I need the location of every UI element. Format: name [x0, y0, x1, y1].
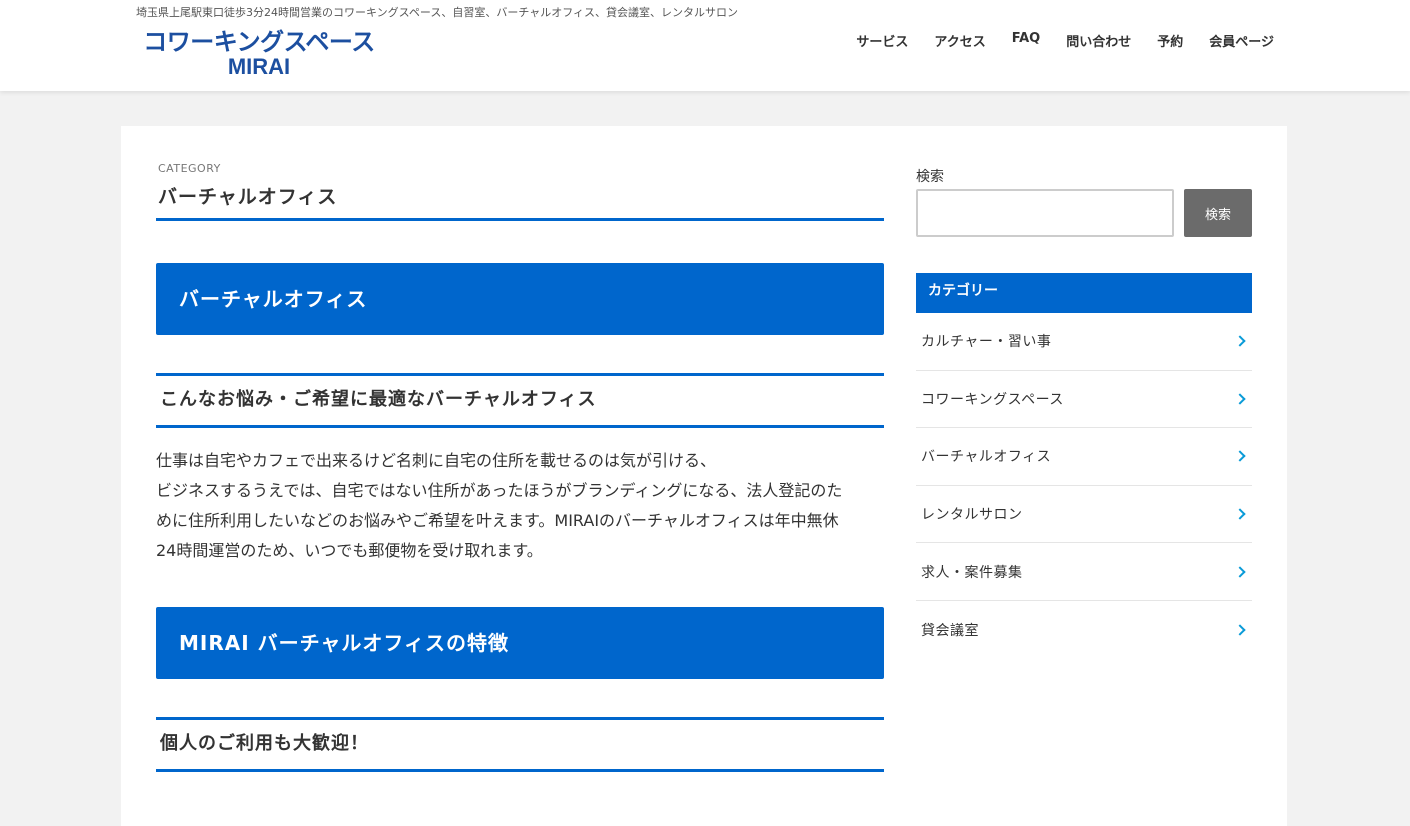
chevron-right-icon [1234, 566, 1246, 578]
category-item-label: レンタルサロン [921, 507, 1023, 524]
logo-main-text: コワーキングスペース [143, 28, 375, 56]
nav-item-member-page[interactable]: 会員ページ [1209, 31, 1274, 50]
nav-item-contact[interactable]: 問い合わせ [1066, 31, 1131, 50]
category-item-recruitment[interactable]: 求人・案件募集 [916, 543, 1252, 601]
category-list: カルチャー・習い事 コワーキングスペース バーチャルオフィス レンタルサロン 求… [916, 313, 1252, 659]
subheading-individuals-welcome: 個人のご利用も大歓迎！ [156, 717, 884, 772]
paragraph-line: めに住所利用したいなどのお悩みやご希望を叶えます。MIRAIのバーチャルオフィス… [156, 511, 839, 530]
category-item-label: 貸会議室 [921, 622, 979, 639]
page-title: バーチャルオフィス [158, 186, 338, 208]
content-container: CATEGORY バーチャルオフィス バーチャルオフィス こんなお悩み・ご希望に… [121, 126, 1287, 826]
category-item-virtual-office[interactable]: バーチャルオフィス [916, 428, 1252, 486]
search-button[interactable]: 検索 [1184, 189, 1252, 237]
paragraph-line: 仕事は自宅やカフェで出来るけど名刺に自宅の住所を載せるのは気が引ける、 [156, 451, 717, 470]
chevron-right-icon [1234, 450, 1246, 463]
category-item-label: コワーキングスペース [921, 391, 1064, 408]
category-item-label: 求人・案件募集 [921, 564, 1023, 581]
intro-paragraph: 仕事は自宅やカフェで出来るけど名刺に自宅の住所を載せるのは気が引ける、 ビジネス… [156, 446, 884, 566]
category-item-culture[interactable]: カルチャー・習い事 [916, 313, 1252, 371]
nav-item-reservation[interactable]: 予約 [1157, 31, 1183, 50]
category-item-rental-salon[interactable]: レンタルサロン [916, 486, 1252, 544]
search-input[interactable] [916, 189, 1174, 237]
site-tagline: 埼玉県上尾駅東口徒歩3分24時間営業のコワーキングスペース、自習室、バーチャルオ… [136, 6, 739, 19]
nav-item-service[interactable]: サービス [856, 31, 908, 50]
chevron-right-icon [1234, 335, 1246, 347]
category-item-coworking[interactable]: コワーキングスペース [916, 371, 1252, 429]
category-item-label: カルチャー・習い事 [921, 334, 1052, 351]
chevron-right-icon [1234, 624, 1246, 636]
site-header: 埼玉県上尾駅東口徒歩3分24時間営業のコワーキングスペース、自習室、バーチャルオ… [0, 0, 1410, 91]
chevron-right-icon [1234, 508, 1246, 520]
section-heading-virtual-office: バーチャルオフィス [156, 263, 884, 335]
nav-item-access[interactable]: アクセス [934, 31, 985, 50]
paragraph-line: 24時間運営のため、いつでも郵便物を受け取れます。 [156, 541, 543, 560]
category-label: CATEGORY [158, 162, 221, 175]
category-widget-title: カテゴリー [916, 273, 1252, 313]
paragraph-line: ビジネスするうえでは、自宅ではない住所があったほうがブランディングになる、法人登… [156, 481, 843, 500]
logo-sub-text: MIRAI [227, 54, 291, 79]
chevron-right-icon [1234, 393, 1246, 405]
section-heading-features: MIRAI バーチャルオフィスの特徴 [156, 607, 884, 679]
search-label: 検索 [916, 169, 944, 185]
title-underline [156, 218, 884, 221]
subheading-concerns: こんなお悩み・ご希望に最適なバーチャルオフィス [156, 373, 884, 428]
global-nav: サービス アクセス FAQ 問い合わせ 予約 会員ページ [856, 31, 1274, 50]
nav-item-faq[interactable]: FAQ [1012, 31, 1041, 50]
site-logo[interactable]: コワーキングスペース MIRAI [134, 30, 384, 78]
category-item-meeting-room[interactable]: 貸会議室 [916, 601, 1252, 659]
category-item-label: バーチャルオフィス [921, 449, 1052, 466]
